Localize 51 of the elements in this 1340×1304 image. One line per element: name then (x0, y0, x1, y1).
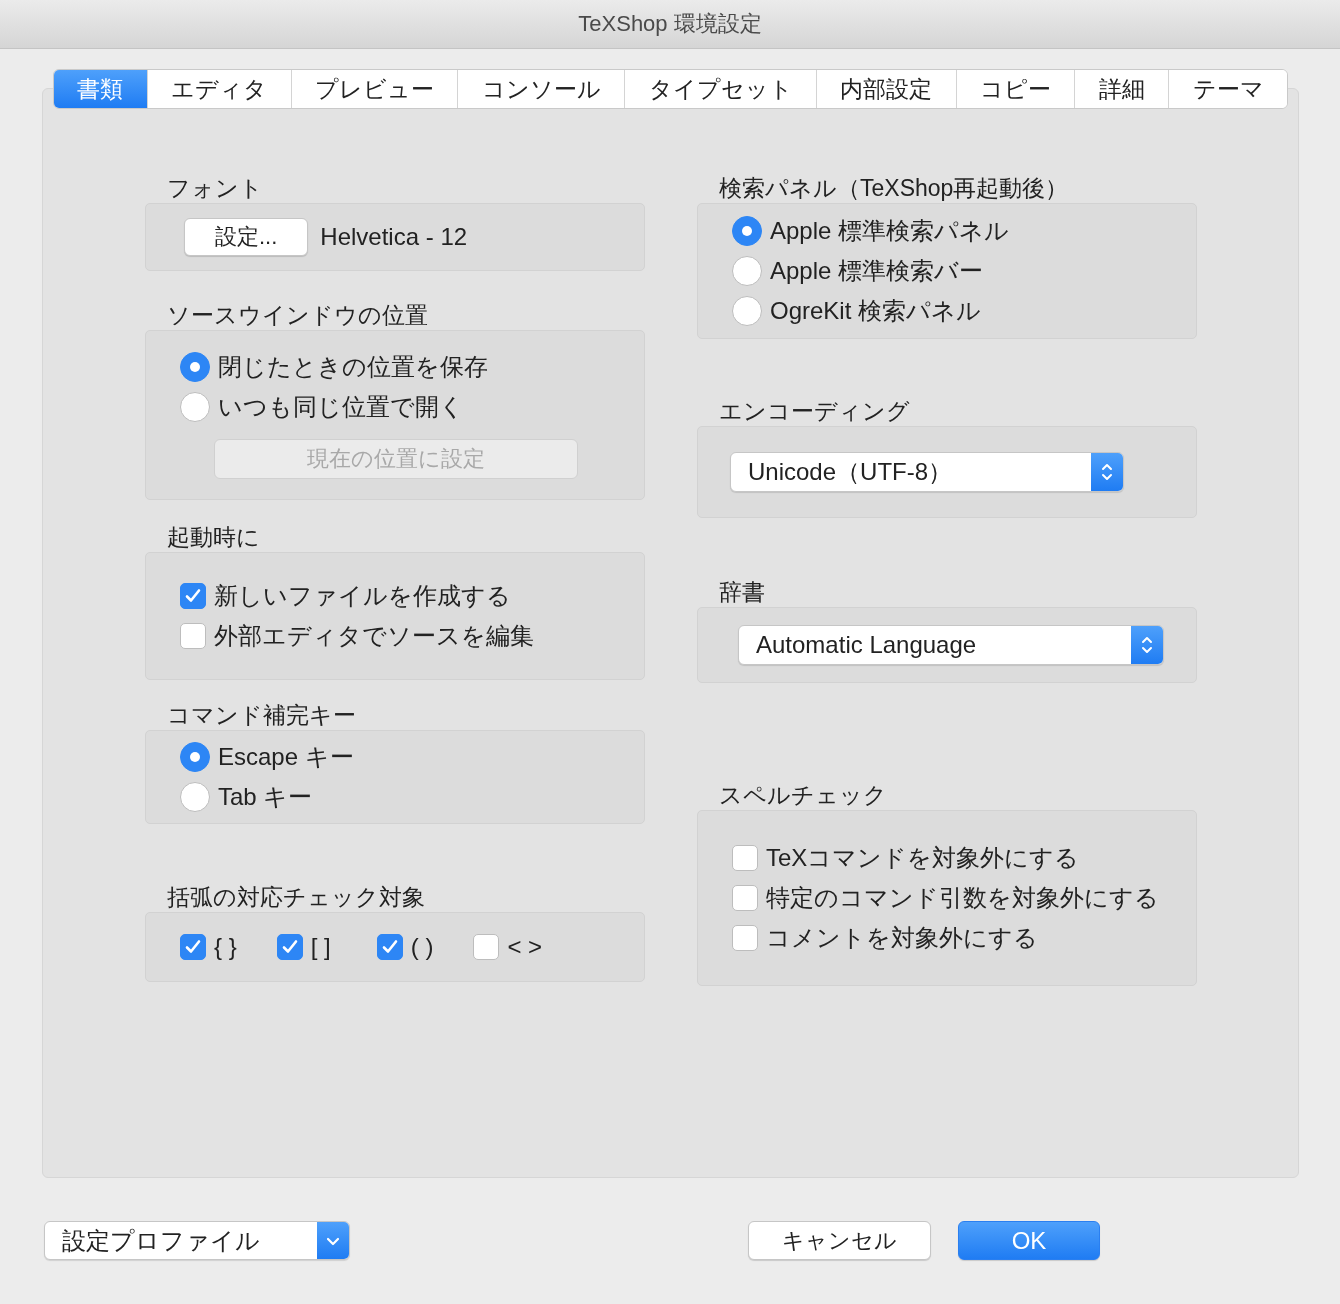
section-title: スペルチェック (718, 782, 888, 810)
section-title: エンコーディング (718, 398, 911, 426)
stepper-icon (1131, 626, 1163, 664)
popup-menu[interactable]: Unicode（UTF-8） (730, 452, 1124, 492)
section-title: 検索パネル（TeXShop再起動後） (718, 175, 1070, 203)
font-settings-button[interactable]: 設定... (184, 218, 309, 256)
radio-button[interactable] (180, 782, 210, 812)
section-title: ソースウインドウの位置 (166, 302, 429, 330)
radio-button[interactable] (180, 392, 210, 422)
radio-button[interactable] (180, 742, 210, 772)
section-title: フォント (166, 175, 264, 203)
chevron-down-icon (317, 1222, 349, 1259)
radio-label: Tab キー (218, 782, 313, 812)
radio-label: OgreKit 検索パネル (770, 296, 982, 326)
section-title: 括弧の対応チェック対象 (166, 884, 426, 912)
radio-button[interactable] (732, 256, 762, 286)
checkbox[interactable] (732, 885, 758, 911)
checkbox-label: 外部エディタでソースを編集 (214, 621, 534, 651)
checkbox[interactable] (732, 925, 758, 951)
radio-button[interactable] (180, 352, 210, 382)
radio-label: いつも同じ位置で開く (218, 392, 464, 422)
checkbox-label: TeXコマンドを対象外にする (766, 843, 1080, 873)
radio-button[interactable] (732, 296, 762, 326)
window-title: TeXShop 環境設定 (578, 10, 762, 38)
checkbox[interactable] (732, 845, 758, 871)
radio-button[interactable] (732, 216, 762, 246)
checkbox-label: < > (507, 933, 543, 961)
profile-popup[interactable]: 設定プロファイル (44, 1221, 350, 1260)
radio-label: 閉じたときの位置を保存 (218, 352, 488, 382)
checkbox-label: コメントを対象外にする (766, 923, 1038, 953)
section-title: コマンド補完キー (166, 702, 357, 730)
checkbox[interactable] (473, 934, 500, 960)
section-title: 起動時に (166, 524, 261, 552)
section-title: 辞書 (718, 579, 766, 607)
checkbox-label: { } (214, 933, 237, 961)
popup-menu[interactable]: Automatic Language (738, 625, 1164, 665)
radio-label: Escape キー (218, 742, 354, 772)
checkbox-label: 特定のコマンド引数を対象外にする (766, 883, 1159, 913)
checkbox-label: 新しいファイルを作成する (214, 581, 511, 611)
checkbox[interactable] (180, 583, 206, 609)
checkbox[interactable] (180, 934, 206, 960)
stepper-icon (1091, 453, 1123, 491)
cancel-button[interactable]: キャンセル (748, 1221, 931, 1260)
radio-label: Apple 標準検索パネル (770, 216, 1010, 246)
checkbox[interactable] (180, 623, 206, 649)
checkbox-label: ( ) (410, 933, 434, 961)
checkbox[interactable] (276, 934, 303, 960)
checkbox[interactable] (376, 934, 403, 960)
checkbox-label: [ ] (310, 933, 331, 961)
font-name: Helvetica - 12 (320, 223, 468, 251)
radio-label: Apple 標準検索バー (770, 256, 984, 286)
